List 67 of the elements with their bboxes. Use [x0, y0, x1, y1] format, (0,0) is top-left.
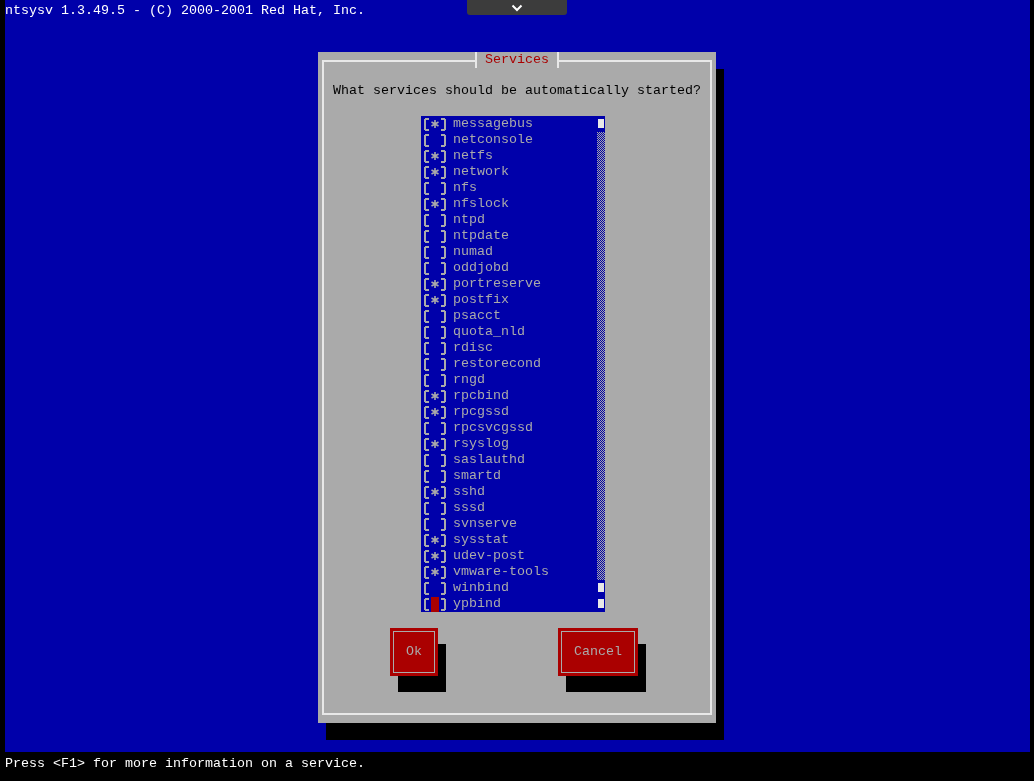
- checkbox[interactable]: [423, 372, 447, 388]
- service-item[interactable]: svnserve: [423, 516, 597, 532]
- checkbox[interactable]: [423, 420, 447, 436]
- service-item[interactable]: rpcbind: [423, 388, 597, 404]
- checkbox[interactable]: [423, 468, 447, 484]
- checkbox[interactable]: [423, 404, 447, 420]
- checkbox[interactable]: [423, 356, 447, 372]
- checkbox[interactable]: [423, 116, 447, 132]
- service-item[interactable]: vmware-tools: [423, 564, 597, 580]
- service-item[interactable]: portreserve: [423, 276, 597, 292]
- chevron-icon: [511, 3, 523, 12]
- checkbox[interactable]: [423, 548, 447, 564]
- checkbox[interactable]: [423, 132, 447, 148]
- checkbox[interactable]: [423, 292, 447, 308]
- service-item[interactable]: winbind: [423, 580, 597, 596]
- checkbox[interactable]: [423, 452, 447, 468]
- checkbox[interactable]: [423, 180, 447, 196]
- checkbox[interactable]: [423, 308, 447, 324]
- service-item[interactable]: rsyslog: [423, 436, 597, 452]
- service-item[interactable]: network: [423, 164, 597, 180]
- checkbox[interactable]: [423, 340, 447, 356]
- service-item[interactable]: messagebus: [423, 116, 597, 132]
- service-item[interactable]: rngd: [423, 372, 597, 388]
- checkbox[interactable]: [423, 324, 447, 340]
- checkbox[interactable]: [423, 516, 447, 532]
- service-item[interactable]: netfs: [423, 148, 597, 164]
- checkbox[interactable]: [423, 532, 447, 548]
- status-text: Press <F1> for more information on a service.: [5, 756, 365, 772]
- service-item[interactable]: ntpdate: [423, 228, 597, 244]
- checkbox[interactable]: [423, 260, 447, 276]
- screen-title: ntsysv 1.3.49.5 - (C) 2000-2001 Red Hat, Inc.: [5, 2, 365, 19]
- service-item[interactable]: psacct: [423, 308, 597, 324]
- service-item[interactable]: rdisc: [423, 340, 597, 356]
- service-item[interactable]: netconsole: [423, 132, 597, 148]
- service-item[interactable]: sssd: [423, 500, 597, 516]
- checkbox[interactable]: [423, 148, 447, 164]
- checkbox[interactable]: [423, 228, 447, 244]
- dialog-prompt: What services should be automatically started?: [333, 83, 701, 99]
- checkbox[interactable]: [423, 388, 447, 404]
- service-item[interactable]: ypbind: [423, 596, 597, 612]
- service-item[interactable]: postfix: [423, 292, 597, 308]
- service-item[interactable]: udev-post: [423, 548, 597, 564]
- checkbox[interactable]: [423, 276, 447, 292]
- service-item[interactable]: rpcsvcgssd: [423, 420, 597, 436]
- checkbox[interactable]: [423, 196, 447, 212]
- service-item[interactable]: sshd: [423, 484, 597, 500]
- checkbox[interactable]: [423, 436, 447, 452]
- checkbox[interactable]: [423, 564, 447, 580]
- checkbox[interactable]: [423, 212, 447, 228]
- checkbox[interactable]: [423, 500, 447, 516]
- service-item[interactable]: nfslock: [423, 196, 597, 212]
- checkbox[interactable]: [423, 244, 447, 260]
- service-item[interactable]: oddjobd: [423, 260, 597, 276]
- service-item[interactable]: rpcgssd: [423, 404, 597, 420]
- service-item[interactable]: nfs: [423, 180, 597, 196]
- service-item[interactable]: smartd: [423, 468, 597, 484]
- checkbox[interactable]: [423, 580, 447, 596]
- service-item[interactable]: ntpd: [423, 212, 597, 228]
- checkbox[interactable]: [423, 484, 447, 500]
- dialog-title: Services: [475, 52, 559, 68]
- checkbox[interactable]: [423, 596, 447, 612]
- service-item[interactable]: quota_nld: [423, 324, 597, 340]
- service-item[interactable]: numad: [423, 244, 597, 260]
- checkbox[interactable]: [423, 164, 447, 180]
- service-item[interactable]: sysstat: [423, 532, 597, 548]
- service-item[interactable]: restorecond: [423, 356, 597, 372]
- service-item[interactable]: saslauthd: [423, 452, 597, 468]
